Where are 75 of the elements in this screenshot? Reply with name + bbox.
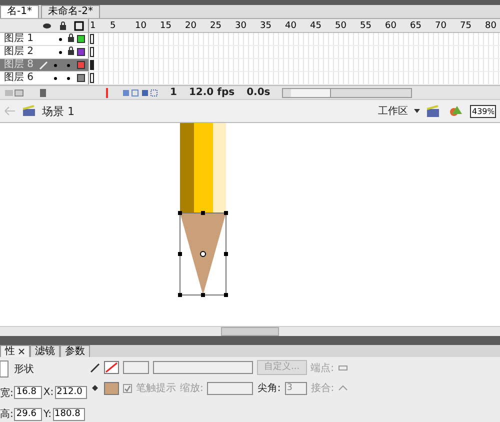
- symbol-icon: [426, 104, 442, 118]
- frame-number: 40: [284, 20, 298, 30]
- eye-icon: [42, 20, 52, 30]
- stroke-style-dropdown[interactable]: [153, 361, 253, 374]
- document-tab[interactable]: 未命名-2*: [40, 5, 100, 18]
- join-label: 接合:: [310, 382, 334, 395]
- workspace-menu[interactable]: 工作区: [378, 104, 408, 118]
- current-frame: 1: [170, 87, 177, 98]
- outline-icon: [74, 20, 84, 30]
- frame-number: 45: [309, 20, 322, 30]
- layer-name: 图层 1: [4, 33, 35, 45]
- scrollbar-thumb[interactable]: [221, 327, 279, 336]
- fill-color-swatch[interactable]: [104, 382, 119, 394]
- join-icon: [338, 383, 348, 393]
- x-label: X:: [43, 387, 54, 398]
- frame-number: 75: [459, 20, 472, 30]
- back-arrow-icon: [4, 106, 16, 116]
- y-field[interactable]: 180.8: [52, 408, 85, 420]
- x-field[interactable]: 212.0: [54, 386, 87, 399]
- frame-number: 80: [484, 20, 498, 30]
- frame-number: 50: [334, 20, 348, 30]
- frame-number: 1: [89, 20, 97, 30]
- scene-icon: [22, 105, 36, 117]
- scale-dropdown[interactable]: [207, 382, 254, 394]
- frame-number: 30: [234, 20, 248, 30]
- lock-icon: [67, 46, 75, 56]
- panel-tab[interactable]: 性: [0, 345, 30, 357]
- stroke-color-swatch[interactable]: [104, 361, 119, 374]
- layer-row[interactable]: 图层 6: [0, 72, 88, 85]
- frame-number: 20: [184, 20, 198, 30]
- scene-name[interactable]: 场景 1: [42, 104, 74, 118]
- frame-number: 15: [159, 20, 172, 30]
- panel-tab[interactable]: 滤镜: [30, 345, 60, 357]
- stroke-hint-label: 笔触提示: [136, 382, 176, 395]
- layer-name: 图层 8: [4, 59, 35, 71]
- layer-name: 图层 6: [4, 72, 35, 84]
- width-label: 宽:: [0, 386, 14, 400]
- shape-icon: [0, 360, 10, 378]
- frame-number: 60: [384, 20, 398, 30]
- layer-row[interactable]: 图层 2: [0, 46, 88, 59]
- playhead-icon: [104, 88, 110, 98]
- checkbox[interactable]: [123, 384, 132, 392]
- document-tab[interactable]: 名-1*: [0, 5, 39, 18]
- frame-number: 5: [109, 20, 117, 30]
- pencil-icon: [90, 362, 100, 372]
- frame-number: 25: [209, 20, 222, 30]
- frame-rate: 12.0 fps: [188, 87, 235, 98]
- layer-row[interactable]: 图层 1: [0, 33, 88, 46]
- dropdown-caret-icon: [414, 108, 420, 114]
- miter-label: 尖角:: [257, 382, 281, 395]
- y-label: Y:: [43, 408, 52, 420]
- lock-icon: [67, 32, 75, 42]
- layer-name: 图层 2: [4, 46, 35, 58]
- panel-tab[interactable]: 参数: [60, 345, 90, 357]
- frame-number: 65: [409, 20, 422, 30]
- frame-number: 70: [434, 20, 448, 30]
- elapsed-time: 0.0s: [246, 87, 270, 98]
- trash-icon: [38, 88, 48, 98]
- stroke-width-field[interactable]: [123, 361, 149, 374]
- onion-skin-icon: [122, 88, 158, 98]
- close-icon[interactable]: [18, 348, 25, 355]
- height-field[interactable]: 29.6: [14, 408, 42, 420]
- cap-label: 端点:: [310, 362, 334, 374]
- scrollbar[interactable]: [282, 88, 412, 98]
- lock-icon: [58, 20, 68, 30]
- pencil-icon: [39, 60, 49, 70]
- cap-icon: [338, 362, 348, 372]
- frame-number: 55: [359, 20, 372, 30]
- object-type: 形状: [14, 362, 34, 376]
- width-field[interactable]: 16.8: [14, 386, 42, 399]
- frame-number: 10: [134, 20, 148, 30]
- height-label: 高:: [0, 408, 14, 421]
- shapes-icon: [448, 104, 464, 118]
- scale-label: 缩放:: [180, 382, 204, 395]
- frame-number: 35: [259, 20, 272, 30]
